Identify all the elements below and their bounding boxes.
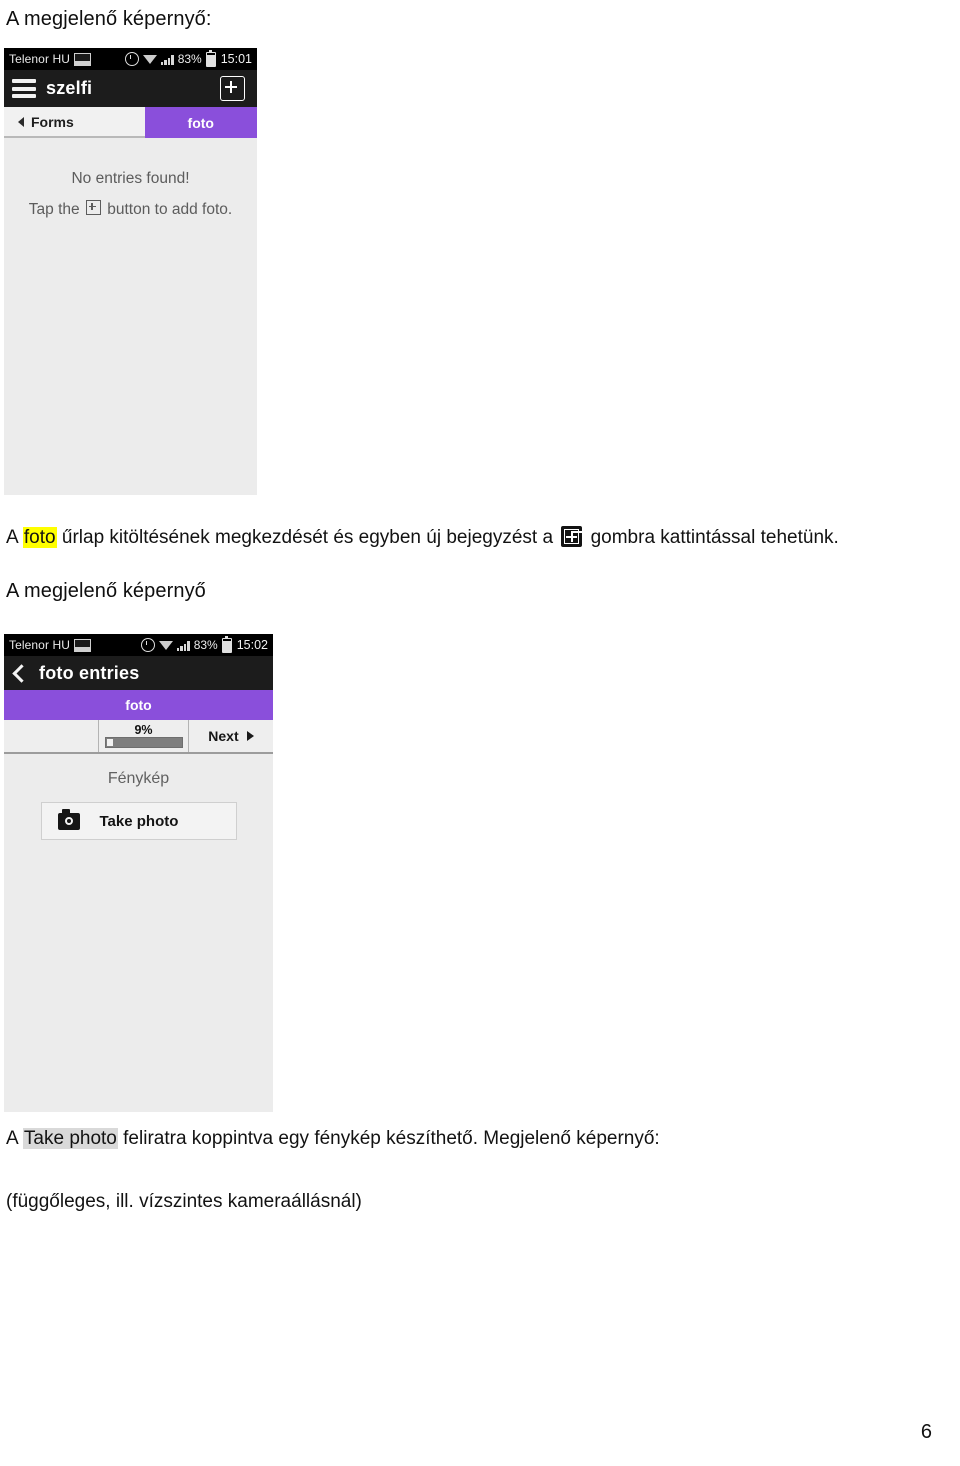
paragraph-2: A Take photo feliratra koppintva egy fén… xyxy=(6,1125,660,1152)
take-photo-button[interactable]: Take photo xyxy=(40,802,237,840)
clock-label: 15:01 xyxy=(220,52,252,66)
empty-state-message: No entries found! Tap the button to add … xyxy=(4,138,257,225)
tab-foto-label: foto xyxy=(187,114,214,131)
battery-icon xyxy=(221,635,232,653)
paragraph-1-highlight: foto xyxy=(22,527,57,548)
section-heading-2: A megjelenő képernyő xyxy=(6,580,206,602)
add-entry-icon[interactable] xyxy=(220,76,245,101)
signal-bars-icon xyxy=(176,639,190,651)
form-tab-label: foto xyxy=(125,697,152,713)
paragraph-1-after: gombra kattintással tehetünk. xyxy=(585,527,839,548)
plus-box-inline-icon xyxy=(85,200,101,215)
next-button[interactable]: Next xyxy=(189,720,273,752)
plus-box-icon xyxy=(561,526,583,547)
progress-percent-label: 9% xyxy=(134,723,153,737)
empty-state-line2-after: button to add foto. xyxy=(102,201,233,218)
clock-label: 15:02 xyxy=(236,638,268,652)
action-bar-2: foto entries xyxy=(4,656,273,690)
action-bar-1: szelfi xyxy=(4,70,257,107)
paragraph-3: (függőleges, ill. vízszintes kameraállás… xyxy=(6,1191,362,1212)
empty-state-line1: No entries found! xyxy=(71,170,190,187)
paragraph-1: A foto űrlap kitöltésének megkezdését és… xyxy=(6,524,839,551)
screenshot-indicator-icon xyxy=(74,638,92,652)
paragraph-2-after: feliratra koppintva egy fénykép készíthe… xyxy=(117,1128,660,1149)
battery-percent-label: 83% xyxy=(177,52,202,66)
wifi-icon xyxy=(158,640,173,651)
phone-screenshot-2: Telenor HU 83% 15:02 foto entries foto 9… xyxy=(4,634,273,1112)
carrier-label: Telenor HU xyxy=(9,638,71,652)
battery-percent-label: 83% xyxy=(193,638,218,652)
tab-bar-1: Forms foto xyxy=(4,107,257,138)
phone-screenshot-1: Telenor HU 83% 15:01 szelfi Forms foto N… xyxy=(4,48,257,495)
alarm-icon xyxy=(124,52,139,66)
form-nav-row: 9% Next xyxy=(4,720,273,754)
chevron-left-icon xyxy=(18,116,24,127)
tab-forms[interactable]: Forms xyxy=(4,107,145,138)
tab-forms-label: Forms xyxy=(31,113,74,130)
paragraph-1-middle: űrlap kitöltésének megkezdését és egyben… xyxy=(56,527,559,548)
status-bar-2: Telenor HU 83% 15:02 xyxy=(4,634,273,656)
progress-bar-fill xyxy=(106,739,114,746)
paragraph-1-before: A xyxy=(6,527,23,548)
field-label: Fénykép xyxy=(107,770,170,787)
page-number: 6 xyxy=(920,1421,932,1443)
alarm-icon xyxy=(140,638,155,652)
prev-button[interactable] xyxy=(4,720,100,752)
empty-state-line2: Tap the button to add foto. xyxy=(4,194,257,225)
screen-title: foto entries xyxy=(39,662,140,683)
battery-icon xyxy=(205,49,216,67)
page-title: A megjelenő képernyő: xyxy=(6,8,212,30)
status-bar-1: Telenor HU 83% 15:01 xyxy=(4,48,257,70)
tab-foto[interactable]: foto xyxy=(144,107,257,138)
screenshot-indicator-icon xyxy=(74,52,92,66)
take-photo-label: Take photo xyxy=(99,812,179,830)
carrier-label: Telenor HU xyxy=(9,52,71,66)
app-title: szelfi xyxy=(46,78,93,98)
form-tab-foto[interactable]: foto xyxy=(4,690,273,720)
chevron-right-icon xyxy=(246,731,254,741)
back-chevron-icon[interactable] xyxy=(12,663,31,683)
progress-bar xyxy=(104,737,183,748)
paragraph-2-before: A xyxy=(6,1128,23,1149)
camera-icon xyxy=(57,808,80,830)
paragraph-2-highlight: Take photo xyxy=(22,1128,118,1149)
wifi-icon xyxy=(142,54,157,65)
empty-state-line2-before: Tap the xyxy=(28,201,84,218)
next-label: Next xyxy=(208,728,239,744)
form-progress: 9% xyxy=(99,720,189,752)
hamburger-icon[interactable] xyxy=(12,79,36,98)
signal-bars-icon xyxy=(160,53,174,65)
